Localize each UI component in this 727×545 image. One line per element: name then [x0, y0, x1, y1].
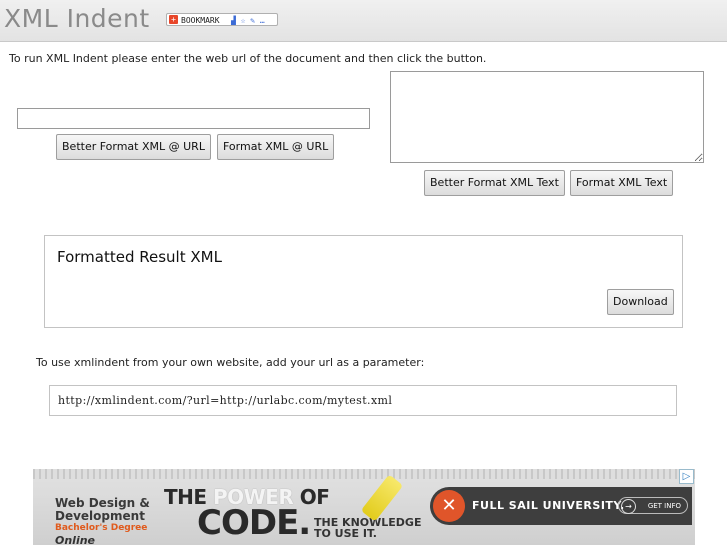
result-title: Formatted Result XML: [57, 248, 222, 266]
advertisement-banner[interactable]: Web Design & Development Bachelor's Degr…: [33, 469, 695, 545]
intro-text: To run XML Indent please enter the web u…: [9, 52, 487, 65]
format-url-button[interactable]: Format XML @ URL: [217, 134, 335, 160]
better-format-text-button[interactable]: Better Format XML Text: [424, 170, 565, 196]
arrow-right-icon: →: [621, 499, 636, 514]
download-button[interactable]: Download: [607, 289, 674, 315]
bookmark-button[interactable]: + BOOKMARK ▟ ☆ ✎ …: [166, 13, 278, 26]
usage-text: To use xmlindent from your own website, …: [36, 356, 425, 369]
ad-stripe: [33, 469, 695, 479]
ad-left-line2: Development: [55, 509, 145, 523]
xml-text-area[interactable]: [390, 71, 704, 163]
top-bar: XML Indent + BOOKMARK ▟ ☆ ✎ …: [0, 0, 727, 42]
page-title: XML Indent: [4, 4, 150, 33]
url-input[interactable]: [17, 108, 370, 129]
ad-tagline: THE KNOWLEDGE TO USE IT.: [314, 517, 421, 539]
ad-left-heading: Web Design & Development: [55, 497, 150, 523]
better-format-url-button[interactable]: Better Format XML @ URL: [56, 134, 211, 160]
ad-code-word: CODE.: [197, 503, 311, 543]
adchoices-icon[interactable]: ▷: [679, 469, 694, 484]
ad-degree: Bachelor's Degree: [55, 523, 148, 533]
ad-left-line1: Web Design &: [55, 496, 150, 510]
ad-brand-name: FULL SAIL UNIVERSITY.: [472, 499, 625, 512]
get-info-label: GET INFO: [647, 502, 681, 510]
full-sail-logo-icon: ✕: [433, 490, 465, 522]
share-icons: ▟ ☆ ✎ …: [231, 16, 265, 25]
pen-icon: [360, 474, 404, 522]
example-url-box: http://xmlindent.com/?url=http://urlabc.…: [49, 385, 677, 416]
ad-online: Online: [55, 534, 96, 545]
bookmark-label: BOOKMARK: [181, 16, 220, 25]
ad-tagline-line2: TO USE IT.: [314, 527, 377, 540]
ad-brand-pill[interactable]: ✕ FULL SAIL UNIVERSITY. → GET INFO: [430, 487, 692, 525]
plus-icon: +: [169, 15, 178, 24]
result-panel: Formatted Result XML Download: [44, 235, 683, 328]
get-info-button[interactable]: → GET INFO: [618, 497, 688, 514]
format-text-button[interactable]: Format XML Text: [570, 170, 674, 196]
